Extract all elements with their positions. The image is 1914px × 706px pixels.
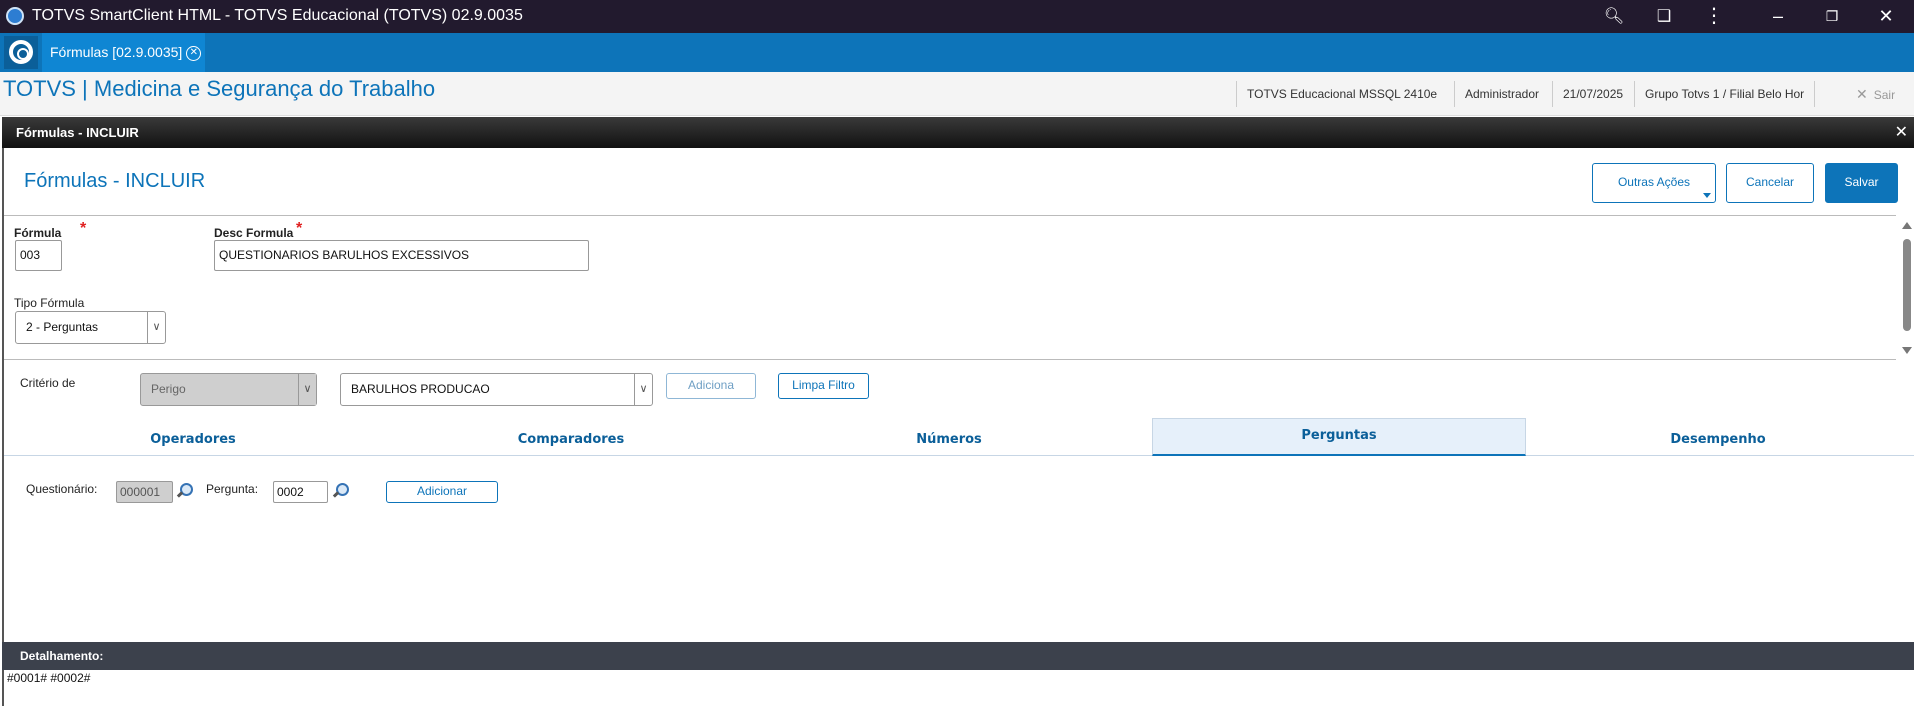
tipo-formula-select[interactable]: 2 - Perguntas ∨ <box>15 311 166 344</box>
tab-numeros[interactable]: Números <box>760 418 1138 456</box>
tipo-formula-label: Tipo Fórmula <box>14 296 85 310</box>
totvs-logo-icon[interactable] <box>4 36 38 69</box>
detalhamento-bar: Detalhamento: <box>2 642 1914 670</box>
limpa-filtro-button[interactable]: Limpa Filtro <box>778 373 869 399</box>
environment-info: TOTVS Educacional MSSQL 2410e <box>1236 81 1447 107</box>
desc-formula-label: Desc Formula <box>214 226 294 240</box>
other-actions-label: Outras Ações <box>1617 175 1691 189</box>
form-scrollbar[interactable] <box>1902 222 1912 354</box>
adicionar-button[interactable]: Adicionar <box>386 481 498 503</box>
close-window-icon[interactable]: ✕ <box>1866 0 1906 33</box>
scroll-down-icon[interactable] <box>1902 347 1912 354</box>
criterio-type-value: Perigo <box>151 382 186 396</box>
questionario-label: Questionário: <box>26 482 98 496</box>
adiciona-button[interactable]: Adiciona <box>666 373 756 399</box>
page-title: Fórmulas - INCLUIR <box>24 170 206 192</box>
app-brand: TOTVS | Medicina e Segurança do Trabalho <box>3 76 436 101</box>
formula-tabs: Operadores Comparadores Números Pergunta… <box>4 418 1914 456</box>
app-header: TOTVS | Medicina e Segurança do Trabalho… <box>0 72 1914 116</box>
detalhamento-value: #0001# #0002# <box>7 671 91 685</box>
tab-formulas[interactable]: Fórmulas [02.9.0035] ✕ <box>42 33 206 72</box>
chevron-down-icon <box>1703 193 1711 198</box>
desc-required-mark: * <box>296 220 303 237</box>
branch-info[interactable]: Grupo Totvs 1 / Filial Belo Hor <box>1634 81 1816 107</box>
tab-operadores[interactable]: Operadores <box>4 418 382 456</box>
logout-label: Sair <box>1873 88 1896 102</box>
date-info: 21/07/2025 <box>1552 81 1633 107</box>
criterio-type-select: Perigo ∨ <box>140 373 317 406</box>
chevron-down-icon: ∨ <box>147 312 165 343</box>
tab-comparadores[interactable]: Comparadores <box>382 418 760 456</box>
program-tabstrip: Fórmulas [02.9.0035] ✕ <box>0 33 1914 72</box>
zoom-icon[interactable]: 🔍︎ <box>1594 0 1634 33</box>
app-root: TOTVS SmartClient HTML - TOTVS Educacion… <box>0 0 1914 706</box>
criterio-label: Critério de <box>20 376 76 390</box>
chevron-down-icon: ∨ <box>634 374 652 405</box>
formula-input[interactable]: 003 <box>15 240 62 271</box>
extension-icon[interactable]: ❑ <box>1644 0 1684 33</box>
cancel-button[interactable]: Cancelar <box>1726 163 1814 203</box>
kebab-menu-icon[interactable]: ⋮ <box>1694 0 1734 33</box>
save-button[interactable]: Salvar <box>1825 163 1898 203</box>
tipo-formula-value: 2 - Perguntas <box>26 320 99 334</box>
other-actions-button[interactable]: Outras Ações <box>1592 163 1716 203</box>
tab-perguntas[interactable]: Perguntas <box>1152 418 1526 456</box>
formula-required-mark: * <box>80 220 87 237</box>
desc-formula-input[interactable]: QUESTIONARIOS BARULHOS EXCESSIVOS <box>214 240 589 271</box>
dialog-titlebar: Fórmulas - INCLUIR ✕ <box>2 117 1914 148</box>
logout-button[interactable]: ✕ Sair <box>1856 81 1895 107</box>
questionario-input: 000001 <box>116 481 173 503</box>
tab-desempenho[interactable]: Desempenho <box>1526 418 1910 456</box>
detalhamento-label: Detalhamento: <box>20 649 104 663</box>
restore-icon[interactable]: ❐ <box>1812 0 1852 33</box>
pergunta-label: Pergunta: <box>206 482 259 496</box>
criterio-item-value: BARULHOS PRODUCAO <box>351 382 490 396</box>
formula-label: Fórmula <box>14 226 62 240</box>
pergunta-lookup-icon[interactable] <box>332 483 349 499</box>
scroll-thumb[interactable] <box>1903 239 1911 331</box>
close-dialog-icon[interactable]: ✕ <box>1895 117 1908 148</box>
close-icon: ✕ <box>1856 86 1868 102</box>
app-icon <box>6 7 24 25</box>
questionario-lookup-icon[interactable] <box>176 483 193 499</box>
scroll-up-icon[interactable] <box>1902 222 1912 229</box>
dialog-title: Fórmulas - INCLUIR <box>16 125 139 140</box>
minimize-icon[interactable]: – <box>1758 0 1798 33</box>
chevron-down-icon: ∨ <box>298 374 316 405</box>
criterio-item-select[interactable]: BARULHOS PRODUCAO ∨ <box>340 373 653 406</box>
user-info: Administrador <box>1454 81 1549 107</box>
pergunta-input[interactable]: 0002 <box>273 481 328 503</box>
close-tab-icon[interactable]: ✕ <box>186 45 202 61</box>
tab-formulas-label: Fórmulas [02.9.0035] <box>50 44 183 60</box>
window-titlebar: TOTVS SmartClient HTML - TOTVS Educacion… <box>0 0 1914 33</box>
window-title: TOTVS SmartClient HTML - TOTVS Educacion… <box>32 7 523 24</box>
